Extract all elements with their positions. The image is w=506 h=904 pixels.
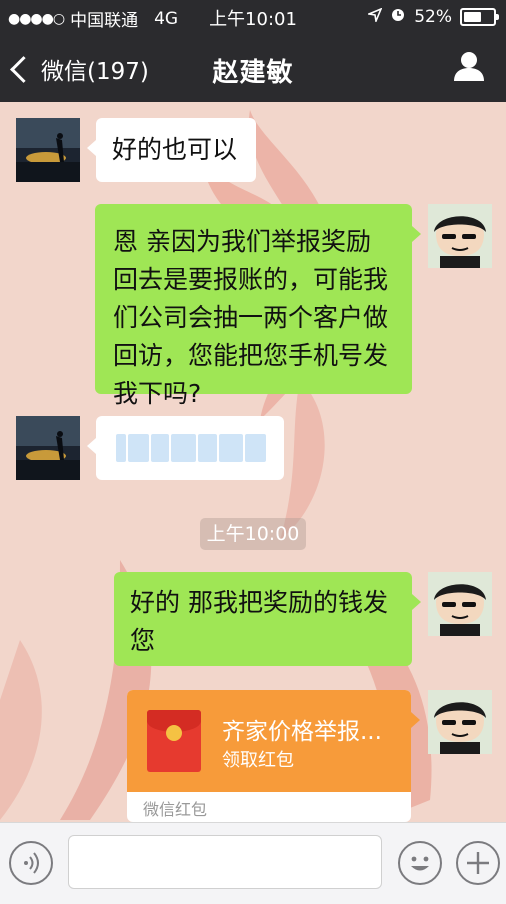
message-text: 好的也可以 xyxy=(112,135,238,164)
red-packet-body: 齐家价格举报... 领取红包 xyxy=(127,690,411,792)
message-text: 恩 亲因为我们举报奖励回去是要报账的，可能我们公司会抽一两个客户做回访，您能把您… xyxy=(113,227,389,408)
my-avatar[interactable] xyxy=(428,572,492,636)
person-icon xyxy=(454,52,484,81)
red-packet-title: 齐家价格举报... xyxy=(222,719,382,745)
message-bubble-sent[interactable]: 恩 亲因为我们举报奖励回去是要报账的，可能我们公司会抽一两个客户做回访，您能把您… xyxy=(95,204,421,408)
my-avatar[interactable] xyxy=(428,690,492,754)
red-packet-subtitle: 领取红包 xyxy=(222,750,294,771)
more-options-button[interactable] xyxy=(456,841,500,885)
battery-percent: 52% xyxy=(414,6,452,27)
redacted-phone-number xyxy=(116,430,266,466)
my-avatar[interactable] xyxy=(428,204,492,268)
red-envelope-icon xyxy=(147,710,201,772)
input-bar xyxy=(0,822,506,904)
red-packet-footer: 微信红包 xyxy=(143,800,208,819)
location-icon xyxy=(366,7,383,27)
message-input[interactable] xyxy=(68,835,382,889)
chat-title: 赵建敏 xyxy=(212,58,294,88)
plus-icon xyxy=(467,852,489,874)
voice-icon xyxy=(24,852,39,874)
status-bar: ●●●●○ 中国联通 4G 上午10:01 52% xyxy=(0,0,506,34)
red-packet-tail xyxy=(411,712,420,728)
contact-avatar[interactable] xyxy=(16,416,80,480)
message-bubble-sent[interactable]: 好的 那我把奖励的钱发您 xyxy=(114,572,421,666)
message-bubble-received[interactable]: 好的也可以 xyxy=(87,118,256,182)
battery-icon xyxy=(460,7,499,26)
voice-input-button[interactable] xyxy=(9,841,53,885)
smiley-icon xyxy=(411,856,429,871)
chat-timestamp: 上午10:00 xyxy=(200,518,306,550)
top-bar: ●●●●○ 中国联通 4G 上午10:01 52% 微信(197) 赵建敏 xyxy=(0,0,506,102)
emoji-button[interactable] xyxy=(398,841,442,885)
contact-avatar[interactable] xyxy=(16,118,80,182)
message-text: 好的 那我把奖励的钱发您 xyxy=(130,588,388,655)
alarm-icon xyxy=(390,6,406,27)
contact-profile-button[interactable] xyxy=(452,49,486,83)
nav-bar: 微信(197) 赵建敏 xyxy=(0,34,506,102)
red-packet-message[interactable]: 齐家价格举报... 领取红包 微信红包 xyxy=(127,690,411,822)
